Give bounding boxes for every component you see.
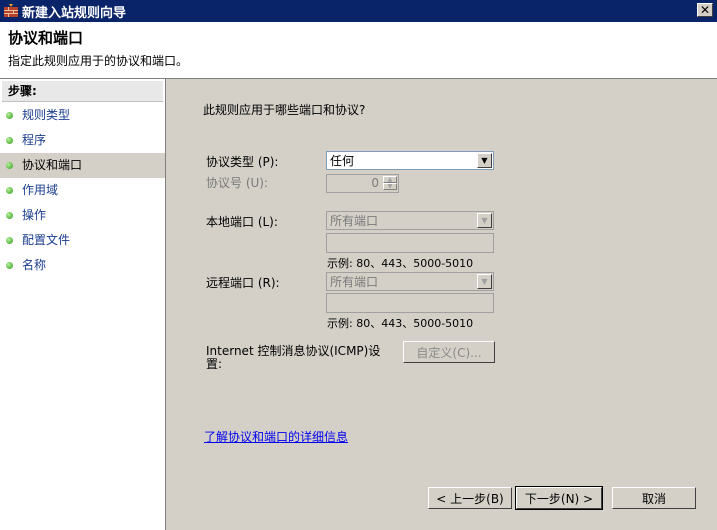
sidebar-item-label: 操作 bbox=[22, 208, 47, 222]
sidebar-item-rule-type[interactable]: 规则类型 bbox=[0, 103, 165, 128]
steps-sidebar: 步骤: 规则类型 程序 协议和端口 作用域 操作 配置文件 名称 bbox=[0, 79, 166, 530]
window-title: 新建入站规则向导 bbox=[22, 5, 127, 21]
step-bullet-icon bbox=[6, 262, 13, 269]
sidebar-item-label: 名称 bbox=[22, 258, 47, 272]
steps-heading: 步骤: bbox=[2, 81, 163, 102]
local-port-value: 所有端口 bbox=[330, 214, 379, 228]
page-title: 协议和端口 bbox=[8, 29, 84, 47]
chevron-down-icon[interactable]: ▼ bbox=[477, 153, 492, 168]
cancel-button[interactable]: 取消 bbox=[612, 487, 696, 509]
step-bullet-icon bbox=[6, 187, 13, 194]
main-panel: 此规则应用于哪些端口和协议? 协议类型 (P): 任何 ▼ 协议号 (U): 0… bbox=[166, 79, 717, 530]
wizard-window: 新建入站规则向导 ✕ 协议和端口 指定此规则应用于的协议和端口。 步骤: 规则类… bbox=[0, 0, 717, 530]
local-port-example: 示例: 80、443、5000-5010 bbox=[327, 257, 474, 270]
remote-port-example: 示例: 80、443、5000-5010 bbox=[327, 317, 474, 330]
step-bullet-icon bbox=[6, 237, 13, 244]
sidebar-item-profile[interactable]: 配置文件 bbox=[0, 228, 165, 253]
remote-port-value: 所有端口 bbox=[330, 275, 379, 289]
spin-down-icon[interactable]: ▼ bbox=[383, 183, 397, 190]
sidebar-item-label: 协议和端口 bbox=[22, 158, 83, 172]
step-bullet-icon bbox=[6, 162, 13, 169]
protocol-type-select[interactable]: 任何 ▼ bbox=[326, 151, 494, 170]
sidebar-item-name[interactable]: 名称 bbox=[0, 253, 165, 278]
sidebar-item-label: 程序 bbox=[22, 133, 47, 147]
protocol-type-label: 协议类型 (P): bbox=[206, 155, 279, 169]
title-bar: 新建入站规则向导 ✕ bbox=[0, 0, 717, 22]
sidebar-item-scope[interactable]: 作用域 bbox=[0, 178, 165, 203]
remote-port-label: 远程端口 (R): bbox=[206, 276, 280, 290]
sidebar-item-label: 规则类型 bbox=[22, 108, 71, 122]
customize-icmp-button[interactable]: 自定义(C)... bbox=[403, 341, 495, 363]
protocol-number-value: 0 bbox=[371, 176, 379, 190]
back-button[interactable]: < 上一步(B) bbox=[428, 487, 512, 509]
sidebar-item-action[interactable]: 操作 bbox=[0, 203, 165, 228]
close-icon: ✕ bbox=[699, 3, 711, 17]
local-port-select[interactable]: 所有端口 ▼ bbox=[326, 211, 494, 230]
remote-port-input[interactable] bbox=[326, 293, 494, 313]
spin-up-icon[interactable]: ▲ bbox=[383, 176, 397, 183]
next-button[interactable]: 下一步(N) > bbox=[515, 486, 603, 510]
step-bullet-icon bbox=[6, 212, 13, 219]
page-subtitle: 指定此规则应用于的协议和端口。 bbox=[8, 54, 189, 68]
wizard-header: 协议和端口 指定此规则应用于的协议和端口。 bbox=[0, 22, 717, 79]
chevron-down-icon[interactable]: ▼ bbox=[477, 213, 492, 228]
protocol-number-label: 协议号 (U): bbox=[206, 176, 269, 190]
local-port-input[interactable] bbox=[326, 233, 494, 253]
remote-port-select[interactable]: 所有端口 ▼ bbox=[326, 272, 494, 291]
protocol-type-value: 任何 bbox=[330, 154, 355, 168]
step-bullet-icon bbox=[6, 112, 13, 119]
sidebar-item-protocol-and-ports[interactable]: 协议和端口 bbox=[0, 153, 165, 178]
protocol-number-stepper[interactable]: 0 ▲ ▼ bbox=[326, 174, 399, 193]
sidebar-item-program[interactable]: 程序 bbox=[0, 128, 165, 153]
close-button[interactable]: ✕ bbox=[697, 3, 713, 17]
sidebar-item-label: 配置文件 bbox=[22, 233, 71, 247]
step-bullet-icon bbox=[6, 137, 13, 144]
chevron-down-icon[interactable]: ▼ bbox=[477, 274, 492, 289]
local-port-label: 本地端口 (L): bbox=[206, 215, 278, 229]
firewall-icon bbox=[4, 4, 18, 18]
learn-more-link[interactable]: 了解协议和端口的详细信息 bbox=[204, 428, 348, 445]
question-text: 此规则应用于哪些端口和协议? bbox=[203, 103, 366, 117]
icmp-settings-label: Internet 控制消息协议(ICMP)设置: bbox=[206, 344, 381, 371]
sidebar-item-label: 作用域 bbox=[22, 183, 59, 197]
